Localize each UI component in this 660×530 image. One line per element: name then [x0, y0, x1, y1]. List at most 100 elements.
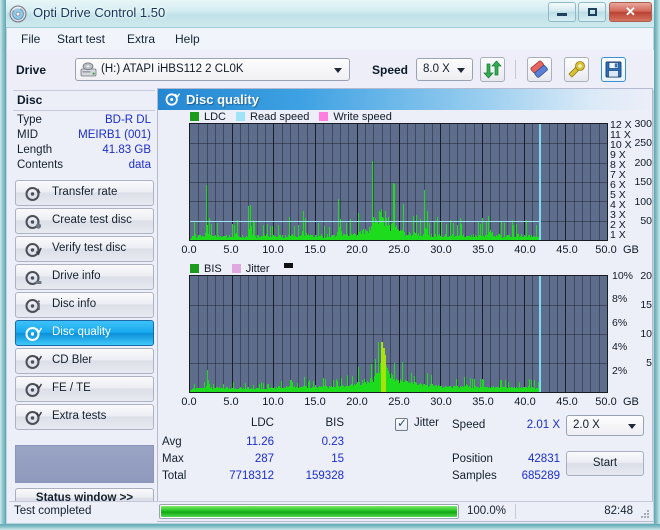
legend-label-jitter: Jitter — [245, 262, 270, 275]
disc-value: data — [128, 159, 151, 171]
y2tick-top: 1 X — [610, 229, 626, 241]
window-frame-left — [0, 0, 6, 530]
save-icon — [605, 61, 622, 78]
gridline-horizontal — [190, 305, 607, 306]
start-button[interactable]: Start — [566, 451, 644, 476]
sidebar-item-drive-info[interactable]: Drive info — [15, 264, 154, 290]
chevron-down-icon — [628, 424, 636, 429]
ytick-top: 150 — [634, 176, 652, 188]
menu-bar: File Start test Extra Help — [6, 28, 654, 50]
sidebar-item-label: Disc info — [52, 298, 97, 310]
chart-bis-jitter: BIS Jitter 20 15 10 5 10% 8% 6% 4% 2% 0.… — [158, 261, 652, 416]
sidebar-item-label: Extra tests — [52, 410, 107, 422]
disc-row-contents: Contents data — [17, 159, 153, 174]
ytick-bottom: 15 — [640, 299, 652, 311]
xtick-top: 10.0 — [262, 244, 284, 256]
xtick-bottom: 25.0 — [388, 396, 410, 408]
jitter-checkbox[interactable] — [395, 416, 408, 431]
stats-panel: LDC BIS Avg Max Total 11.26 287 7718312 … — [158, 415, 652, 495]
disc-quality-icon — [25, 327, 42, 341]
sidebar-item-label: Create test disc — [52, 214, 132, 226]
menu-item-extra[interactable]: Extra — [121, 31, 161, 48]
sidebar-item-disc-info[interactable]: Disc info — [15, 292, 154, 318]
chevron-down-icon — [334, 68, 342, 73]
sidebar-item-disc-quality[interactable]: Disc quality — [15, 320, 154, 346]
save-button[interactable] — [601, 57, 626, 82]
chart-legend-top: LDC Read speed Write speed — [190, 110, 399, 123]
test-speed-select[interactable]: 2.0 X — [566, 415, 644, 436]
divider — [13, 110, 155, 111]
maximize-icon — [579, 3, 605, 21]
menu-item-file[interactable]: File — [15, 31, 46, 48]
disc-key: Type — [17, 114, 42, 126]
legend-label-write-speed: Write speed — [333, 110, 392, 123]
sidebar-item-extra-tests[interactable]: Extra tests — [15, 404, 154, 430]
xtick-bottom: 45.0 — [556, 396, 578, 408]
sidebar-item-transfer-rate[interactable]: Transfer rate — [15, 180, 154, 206]
minimize-button[interactable] — [548, 2, 576, 22]
jitter-label: Jitter — [414, 417, 439, 429]
disc-key: Length — [17, 144, 53, 156]
xtick-bottom: 5.0 — [223, 396, 239, 408]
gridline-horizontal — [190, 363, 607, 364]
legend-label-ldc: LDC — [204, 110, 227, 123]
drive-icon — [80, 62, 97, 77]
window-frame-right — [654, 0, 660, 530]
gridline-horizontal — [190, 163, 607, 164]
left-panel: Disc Type BD-R DL MID MEIRB1 (001) Lengt… — [9, 90, 157, 522]
stats-speed-value: 2.01 X — [526, 419, 560, 431]
xtick-top: 50.0 — [595, 244, 617, 256]
xtick-top: 35.0 — [472, 244, 494, 256]
minimize-icon — [549, 3, 575, 21]
toolbar-separator — [515, 60, 516, 79]
disc-value: 41.83 GB — [102, 144, 151, 156]
disc-extra-icon — [25, 411, 42, 425]
speed-label: Speed — [372, 63, 409, 77]
start-label: Start — [592, 457, 618, 469]
sidebar-item-create-test-disc[interactable]: Create test disc — [15, 208, 154, 234]
y2tick-bottom: 4% — [612, 341, 628, 353]
window-title: Opti Drive Control 1.50 — [33, 5, 166, 20]
y2tick-bottom: 6% — [612, 317, 628, 329]
legend-swatch-write-speed — [319, 112, 329, 121]
legend-swatch-jitter — [231, 264, 241, 273]
progress-percent: 100.0% — [467, 505, 507, 517]
tools-button[interactable] — [564, 57, 589, 82]
speed-select[interactable]: 8.0 X — [416, 58, 473, 81]
menu-item-help[interactable]: Help — [169, 31, 206, 48]
test-speed-value: 2.0 X — [573, 419, 600, 431]
data-end-marker — [539, 276, 541, 392]
ytick-top: 100 — [634, 196, 652, 208]
stats-ldc-avg: 11.26 — [246, 436, 274, 448]
disc-value: MEIRB1 (001) — [78, 129, 151, 141]
xtick-bottom: 35.0 — [472, 396, 494, 408]
menu-item-start-test[interactable]: Start test — [51, 31, 111, 48]
resize-grip-icon[interactable] — [638, 507, 650, 519]
disc-row-mid: MID MEIRB1 (001) — [17, 129, 153, 144]
close-button[interactable]: ✕ — [609, 2, 652, 22]
stats-row-label-max: Max — [162, 453, 184, 465]
maximize-button[interactable] — [578, 2, 606, 22]
sidebar-item-verify-test-disc[interactable]: Verify test disc — [15, 236, 154, 262]
disc-value: BD-R DL — [104, 114, 151, 126]
xtick-top: 15.0 — [304, 244, 326, 256]
drive-select[interactable]: (H:) ATAPI iHBS112 2 CL0K — [75, 58, 350, 81]
xtick-bottom: 50.0 — [595, 396, 617, 408]
refresh-icon — [483, 60, 502, 79]
sidebar-item-cd-bler[interactable]: CD Bler — [15, 348, 154, 374]
gridline-horizontal — [190, 334, 607, 335]
drive-value: (H:) ATAPI iHBS112 2 CL0K — [101, 63, 244, 75]
sidebar-item-label: Disc quality — [52, 326, 111, 338]
xtick-bottom: 40.0 — [514, 396, 536, 408]
speed-value: 8.0 X — [423, 63, 450, 75]
refresh-button[interactable] — [480, 57, 505, 82]
plot-area-top — [189, 123, 608, 241]
disc-bler-icon — [25, 355, 42, 369]
disc-verify-icon — [25, 243, 42, 257]
sidebar-filler — [15, 445, 154, 483]
sidebar-item-fe-te[interactable]: FE / TE — [15, 376, 154, 402]
erase-button[interactable] — [527, 57, 552, 82]
xtick-top: 5.0 — [223, 244, 239, 256]
stats-samples-label: Samples — [452, 470, 497, 482]
chart-legend-bottom: BIS Jitter — [190, 262, 295, 275]
